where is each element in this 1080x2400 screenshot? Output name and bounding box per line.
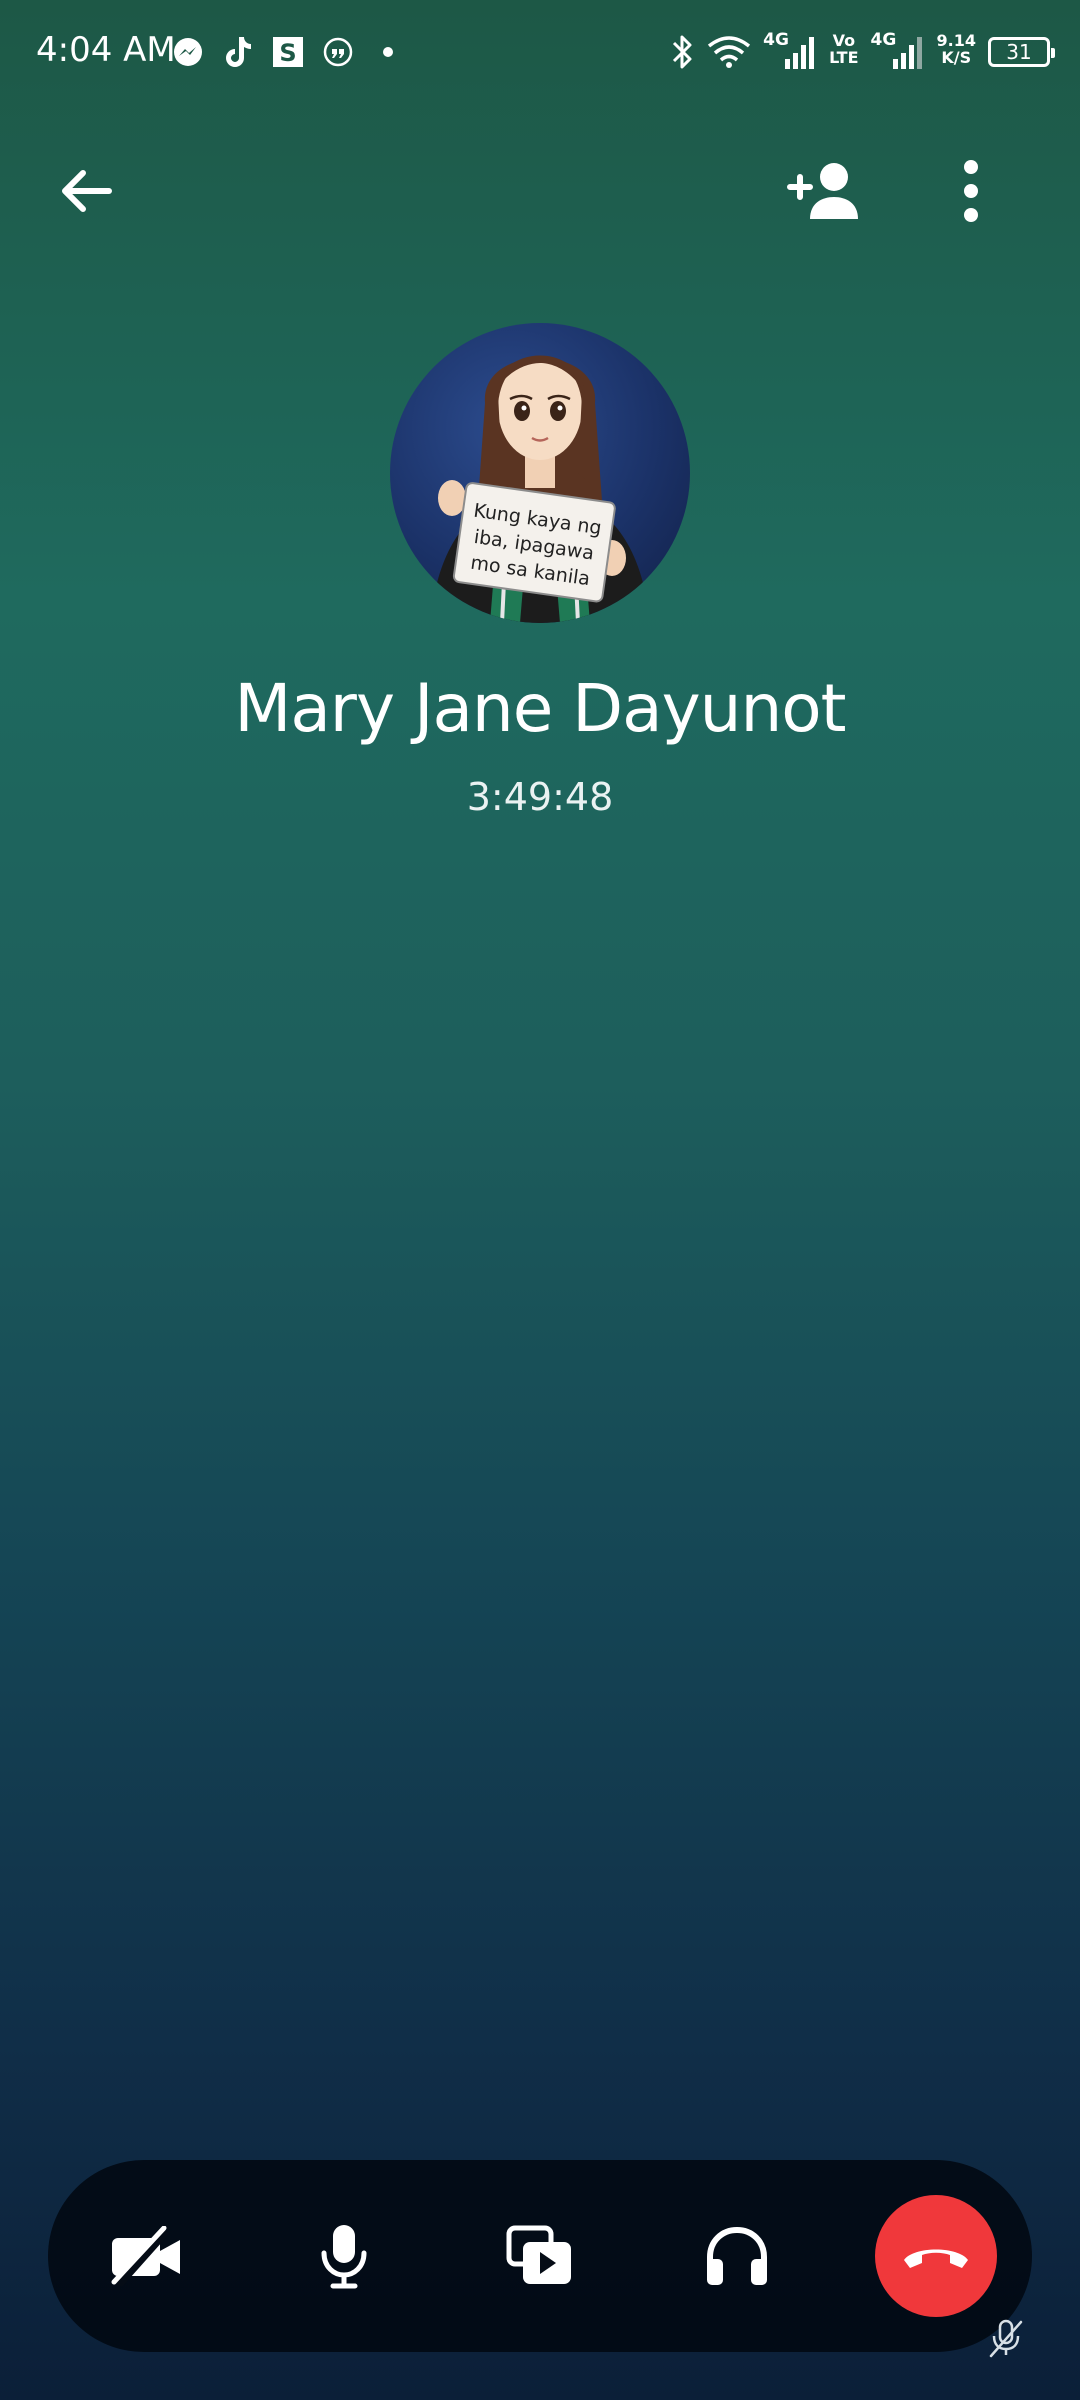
battery-indicator: 31 — [988, 32, 1055, 72]
system-icons: 4G Vo LTE 4G 9.14 K/S 31 — [669, 30, 1055, 72]
end-call-icon — [904, 2249, 968, 2268]
svg-text:S: S — [279, 39, 296, 67]
network-speed: 9.14 K/S — [936, 31, 976, 67]
caller-name: Mary Jane Dayunot — [234, 670, 846, 747]
battery-icon: 31 — [988, 37, 1055, 67]
share-media-icon — [506, 2225, 571, 2284]
more-button[interactable] — [926, 146, 1016, 236]
status-time: 4:04 AM — [36, 30, 176, 70]
status-bar: 4:04 AM S 4G Vo LTE 4G 9.14 K/S 31 — [0, 0, 1080, 110]
tiktok-icon — [220, 34, 256, 70]
avatar: Kung kaya ng iba, ipagawa mo sa kanila — [390, 323, 690, 623]
video-off-icon — [111, 2226, 180, 2286]
end-call-button[interactable] — [875, 2195, 997, 2317]
back-arrow-icon — [62, 170, 112, 212]
messenger-icon — [170, 34, 206, 70]
video-toggle-button[interactable] — [86, 2196, 206, 2316]
s-app-icon: S — [270, 34, 306, 70]
mic-muted-indicator — [984, 2316, 1028, 2360]
wifi-icon — [707, 32, 751, 72]
add-person-icon — [787, 163, 858, 219]
network-type-2: 4G — [870, 30, 897, 50]
microphone-button[interactable] — [284, 2196, 404, 2316]
notification-icons: S — [170, 34, 406, 70]
microphone-icon — [321, 2225, 367, 2289]
quote-app-icon — [320, 34, 356, 70]
signal-1: 4G — [763, 30, 817, 72]
call-control-bar — [48, 2160, 1032, 2352]
volte-indicator: Vo LTE — [829, 31, 859, 67]
call-duration: 3:49:48 — [466, 775, 614, 819]
share-media-button[interactable] — [480, 2196, 600, 2316]
avatar-illustration: Kung kaya ng iba, ipagawa mo sa kanila — [430, 355, 650, 623]
network-type-1: 4G — [763, 30, 789, 50]
dot-icon — [370, 34, 406, 70]
bluetooth-icon — [669, 32, 695, 72]
more-vert-icon — [964, 160, 978, 222]
headphones-icon — [707, 2226, 767, 2285]
back-button[interactable] — [40, 146, 130, 236]
audio-output-button[interactable] — [677, 2196, 797, 2316]
mic-off-small-icon — [989, 2319, 1023, 2358]
signal-2: 4G — [870, 30, 925, 72]
add-person-button[interactable] — [780, 146, 870, 236]
battery-level: 31 — [1006, 40, 1032, 64]
